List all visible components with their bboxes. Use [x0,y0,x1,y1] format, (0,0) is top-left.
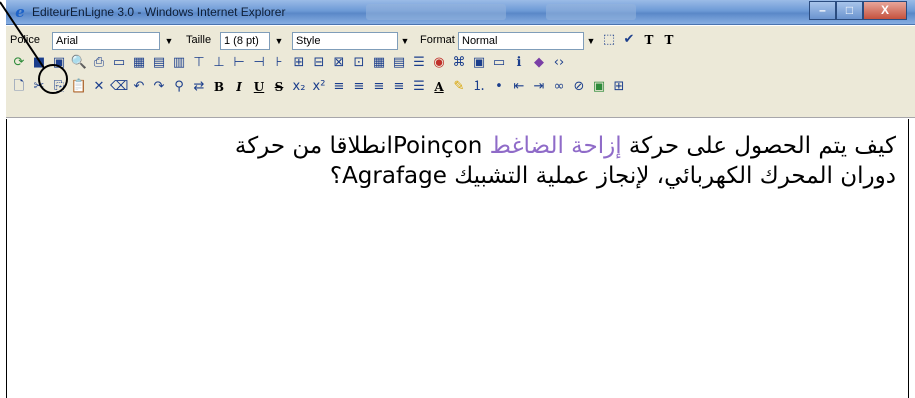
rectangle-icon[interactable]: ▭ [110,54,128,72]
line1-text-start: كيف يتم الحصول على حركة [621,133,896,159]
delete-row-icon[interactable]: ⊣ [250,54,268,72]
text-color-icon[interactable]: T [640,31,658,49]
chevron-down-icon[interactable]: ▼ [272,33,286,49]
chevron-down-icon[interactable]: ▼ [162,33,176,49]
align-full-icon[interactable]: ☰ [410,78,428,96]
window-icon[interactable]: ▤ [390,54,408,72]
superscript-icon[interactable]: x² [310,78,328,96]
redo-icon[interactable]: ↷ [150,78,168,96]
format-select[interactable]: Normal [458,32,584,50]
split-row-icon[interactable]: ⊠ [330,54,348,72]
find-icon[interactable]: ⚲ [170,78,188,96]
split-cell-icon[interactable]: ⊟ [310,54,328,72]
horizontal-rule-icon[interactable]: ☰ [410,54,428,72]
chevron-down-icon[interactable]: ▼ [584,33,598,49]
font-color-icon[interactable]: A [430,78,448,96]
delete-icon[interactable]: ✕ [90,78,108,96]
outdent-icon[interactable]: ⇤ [510,78,528,96]
info-icon[interactable]: ℹ [510,54,528,72]
justify-icon[interactable]: ≡ [390,78,408,96]
format-extra-icons: ⬚ ✔ T T [600,29,680,51]
indent-icon[interactable]: ⇥ [530,78,548,96]
title-bar: e EditeurEnLigne 3.0 - Windows Internet … [6,0,915,25]
link-icon[interactable]: ∞ [550,78,568,96]
unlink-icon[interactable]: ⊘ [570,78,588,96]
blurred-title-region [546,4,636,20]
chevron-down-icon[interactable]: ▼ [398,33,412,49]
cell-properties-icon[interactable]: ▥ [170,54,188,72]
undo-icon[interactable]: ↶ [130,78,148,96]
strikethrough-icon[interactable]: S [270,78,288,96]
vertical-scrollbar[interactable] [908,119,915,398]
source-code-icon[interactable]: ‹› [550,54,568,72]
merge-cells-icon[interactable]: ⊞ [290,54,308,72]
style-select[interactable]: Style [292,32,398,50]
highlight-icon[interactable]: ✎ [450,78,468,96]
align-left-icon[interactable]: ≡ [330,78,348,96]
edit-toolbar: 🗋 ✂ ⎘ 📋 ✕ ⌫ ↶ ↷ ⚲ ⇄ B I U S x₂ x² ≡ ≡ ≡ … [10,76,630,98]
size-label: Taille [186,34,212,46]
editor-content[interactable]: كيف يتم الحصول على حركة إزاحة الضاغط Poi… [26,131,896,191]
table-icon[interactable]: ▦ [130,54,148,72]
bold-icon[interactable]: B [210,78,228,96]
frame-icon[interactable]: ⊞ [610,78,628,96]
grid-icon[interactable]: ▦ [370,54,388,72]
line1-text-end: Poinçonانطلاقا من حركة [234,133,490,159]
eraser-icon[interactable]: ⌫ [110,78,128,96]
ordered-list-icon[interactable]: ⒈ [470,78,488,96]
insert-column-icon[interactable]: ⊢ [230,54,248,72]
italic-icon[interactable]: I [230,78,248,96]
gem-icon[interactable]: ◆ [530,54,548,72]
dotted-select-icon[interactable]: ⬚ [600,31,618,49]
browser-window: e EditeurEnLigne 3.0 - Windows Internet … [0,0,915,398]
line1-highlighted-text: إزاحة الضاغط [489,133,622,159]
split-column-icon[interactable]: ⊡ [350,54,368,72]
print-icon[interactable]: ⎙ [90,54,108,72]
table-properties-icon[interactable]: ▤ [150,54,168,72]
align-right-icon[interactable]: ≡ [370,78,388,96]
close-button[interactable]: X [863,1,907,20]
size-select[interactable]: 1 (8 pt) [220,32,270,50]
minimize-button[interactable]: – [809,1,836,20]
unordered-list-icon[interactable]: • [490,78,508,96]
format-toolbar: Police Arial ▼ Taille 1 (8 pt) ▼ Style ▼… [6,28,915,50]
editor-line-1: كيف يتم الحصول على حركة إزاحة الضاغط Poi… [26,131,896,161]
form-field-icon[interactable]: ▭ [490,54,508,72]
window-title: EditeurEnLigne 3.0 - Windows Internet Ex… [32,5,286,19]
editor-toolbars: Police Arial ▼ Taille 1 (8 pt) ▼ Style ▼… [6,26,915,118]
editor-line-2: دوران المحرك الكهربائي، لإنجاز عملية الت… [329,163,896,189]
spellcheck-icon[interactable]: ✔ [620,31,638,49]
editor-area[interactable]: كيف يتم الحصول على حركة إزاحة الضاغط Poi… [6,119,908,398]
preview-icon[interactable]: 🔍 [70,54,88,72]
underline-icon[interactable]: U [250,78,268,96]
subscript-icon[interactable]: x₂ [290,78,308,96]
paste-icon[interactable]: 📋 [70,78,88,96]
replace-icon[interactable]: ⇄ [190,78,208,96]
image-icon[interactable]: ◉ [430,54,448,72]
insert-row-above-icon[interactable]: ⊤ [190,54,208,72]
media-icon[interactable]: ▣ [470,54,488,72]
special-char-icon[interactable]: ⌘ [450,54,468,72]
annotation-arrow [0,1,45,69]
caption-buttons: – □ X [809,1,907,21]
delete-column-icon[interactable]: ⊦ [270,54,288,72]
maximize-button[interactable]: □ [836,1,863,20]
insert-image-icon[interactable]: ▣ [590,78,608,96]
blurred-title-region [366,4,506,20]
new-document-icon[interactable]: 🗋 [10,78,28,96]
insert-toolbar: ⟳ ■ ▣ 🔍 ⎙ ▭ ▦ ▤ ▥ ⊤ ⊥ ⊢ ⊣ ⊦ ⊞ ⊟ ⊠ ⊡ ▦ ▤ … [10,52,570,74]
format-label: Format [420,34,455,46]
background-color-icon[interactable]: T [660,31,678,49]
insert-row-below-icon[interactable]: ⊥ [210,54,228,72]
align-center-icon[interactable]: ≡ [350,78,368,96]
